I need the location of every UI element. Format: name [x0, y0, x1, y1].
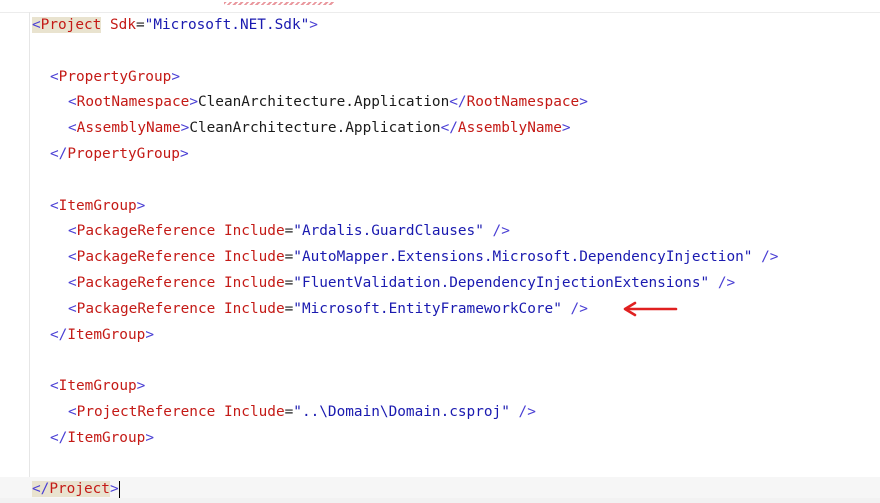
code-editor[interactable]: <Project Sdk="Microsoft.NET.Sdk"> <Prope… — [0, 13, 880, 503]
tag-bracket: < — [68, 274, 77, 291]
editor-tab-strip — [0, 0, 880, 13]
element-text: CleanArchitecture.Application — [197, 94, 450, 111]
tag-bracket: < — [50, 197, 59, 214]
tag-name: ItemGroup — [58, 378, 137, 395]
spelling-squiggle — [224, 2, 334, 5]
attribute-name: Include — [215, 274, 285, 291]
tag-bracket: > — [309, 17, 318, 33]
tag-name: Project — [49, 481, 110, 498]
editor-bottom-edge — [0, 498, 880, 503]
code-line-itemgroup-open[interactable]: <ItemGroup> — [0, 374, 880, 400]
tag-name: ItemGroup — [67, 429, 146, 446]
tag-bracket: </ — [50, 145, 68, 162]
tag-bracket: </ — [440, 120, 458, 137]
code-line-blank[interactable] — [0, 39, 880, 65]
attribute-value: "AutoMapper.Extensions.Microsoft.Depende… — [293, 249, 753, 266]
tag-bracket: /> — [709, 274, 736, 291]
tag-name: RootNamespace — [76, 94, 190, 111]
tag-bracket: > — [171, 68, 180, 85]
tag-name: ItemGroup — [58, 197, 137, 214]
code-line-propertygroup-open[interactable]: <PropertyGroup> — [0, 65, 880, 91]
code-line-propertygroup-close[interactable]: </PropertyGroup> — [0, 142, 880, 168]
equals-sign: = — [284, 403, 294, 420]
tag-bracket: > — [579, 94, 588, 111]
tag-bracket: > — [145, 326, 154, 343]
tag-bracket: /> — [483, 223, 510, 240]
tag-bracket: < — [68, 120, 77, 137]
text-cursor — [118, 480, 120, 498]
attribute-name: Sdk — [101, 17, 136, 33]
tag-bracket: </ — [50, 429, 68, 446]
tag-bracket: > — [561, 120, 571, 137]
attribute-value: "..\Domain\Domain.csproj" — [293, 403, 510, 420]
code-line-rootnamespace[interactable]: <RootNamespace>CleanArchitecture.Applica… — [0, 90, 880, 116]
code-line-blank[interactable] — [0, 348, 880, 374]
arrow-left-icon — [623, 301, 678, 317]
attribute-value: "FluentValidation.DependencyInjectionExt… — [293, 274, 710, 291]
tag-bracket: /> — [752, 249, 779, 266]
tag-name: ItemGroup — [67, 326, 146, 343]
tag-bracket: < — [68, 94, 77, 111]
tag-bracket: /> — [509, 403, 536, 420]
tag-bracket: > — [109, 481, 119, 498]
tag-bracket: < — [68, 249, 77, 266]
tag-bracket: < — [68, 403, 77, 420]
equals-sign: = — [284, 274, 294, 291]
tag-bracket: < — [50, 68, 59, 85]
attribute-name: Include — [215, 223, 285, 240]
tag-bracket: > — [136, 378, 146, 395]
tag-name: Project — [40, 17, 102, 33]
attribute-name: Include — [215, 249, 285, 266]
tag-name: RootNamespace — [466, 94, 580, 111]
code-line-assemblyname[interactable]: <AssemblyName>CleanArchitecture.Applicat… — [0, 116, 880, 142]
equals-sign: = — [284, 300, 294, 317]
code-line-project-open[interactable]: <Project Sdk="Microsoft.NET.Sdk"> — [0, 13, 880, 39]
attribute-value: "Ardalis.GuardClauses" — [293, 223, 484, 240]
tag-bracket: < — [32, 17, 41, 33]
tag-bracket: > — [136, 197, 146, 214]
element-text: CleanArchitecture.Application — [189, 120, 441, 137]
code-line-packagereference-highlighted[interactable]: <PackageReference Include="Microsoft.Ent… — [0, 297, 880, 323]
tag-name: PropertyGroup — [67, 145, 180, 162]
tag-name: AssemblyName — [76, 120, 181, 137]
tag-bracket: < — [68, 300, 77, 317]
tag-name: PackageReference — [76, 274, 216, 291]
code-line-blank[interactable] — [0, 168, 880, 194]
tag-bracket: < — [68, 223, 77, 240]
attribute-name: Include — [215, 403, 285, 420]
attribute-name: Include — [215, 300, 285, 317]
attribute-value: "Microsoft.EntityFrameworkCore" — [293, 300, 562, 317]
equals-sign: = — [284, 249, 294, 266]
tag-bracket: > — [180, 120, 190, 137]
tag-bracket: > — [145, 429, 154, 446]
tag-bracket: /> — [561, 300, 588, 317]
tag-bracket: > — [179, 145, 189, 162]
tag-bracket: < — [50, 378, 59, 395]
tag-name: PackageReference — [76, 300, 216, 317]
equals-sign: = — [135, 17, 145, 33]
tag-name: PropertyGroup — [58, 68, 172, 85]
code-line-packagereference[interactable]: <PackageReference Include="AutoMapper.Ex… — [0, 245, 880, 271]
code-line-itemgroup-close[interactable]: </ItemGroup> — [0, 323, 880, 349]
tag-name: ProjectReference — [76, 403, 216, 420]
tag-bracket: > — [189, 94, 198, 111]
tag-bracket: </ — [32, 481, 50, 498]
code-line-itemgroup-open[interactable]: <ItemGroup> — [0, 194, 880, 220]
tag-name: PackageReference — [76, 223, 216, 240]
tag-name: AssemblyName — [457, 120, 562, 137]
code-line-packagereference[interactable]: <PackageReference Include="FluentValidat… — [0, 271, 880, 297]
equals-sign: = — [284, 223, 294, 240]
tag-bracket: </ — [449, 94, 467, 111]
code-line-itemgroup-close[interactable]: </ItemGroup> — [0, 426, 880, 452]
code-line-packagereference[interactable]: <PackageReference Include="Ardalis.Guard… — [0, 219, 880, 245]
tag-name: PackageReference — [76, 249, 216, 266]
attribute-value: "Microsoft.NET.Sdk" — [144, 17, 310, 33]
tag-bracket: </ — [50, 326, 68, 343]
code-line-projectreference[interactable]: <ProjectReference Include="..\Domain\Dom… — [0, 400, 880, 426]
code-line-blank[interactable] — [0, 452, 880, 478]
